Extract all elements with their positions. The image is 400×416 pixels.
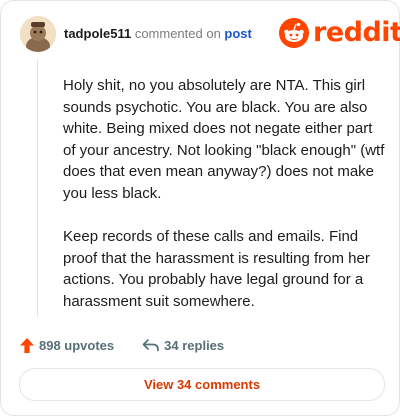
view-comments-button[interactable]: View 34 comments: [19, 368, 385, 401]
comment-paragraph: Holy shit, no you absolutely are NTA. Th…: [63, 77, 385, 202]
commented-on-text: commented on: [131, 26, 225, 41]
comment-header: tadpole511 commented on post: [64, 26, 252, 41]
comment-card: tadpole511 commented on post reddit Holy…: [0, 0, 400, 416]
thread-line: [37, 59, 38, 317]
reply-arrow-icon: [142, 339, 160, 352]
upvote-count: 898 upvotes: [39, 337, 115, 353]
upvote-button[interactable]: 898 upvotes: [19, 337, 114, 354]
post-link[interactable]: post: [224, 26, 251, 41]
upvote-arrow-icon: [20, 337, 34, 353]
reddit-snoo-icon: [279, 18, 309, 48]
comment-actions: 898 upvotes 34 replies: [19, 335, 224, 355]
replies-button[interactable]: 34 replies: [142, 338, 224, 353]
username[interactable]: tadpole511: [64, 26, 131, 41]
avatar-icon: [20, 16, 56, 52]
comment-body: Holy shit, no you absolutely are NTA. Th…: [63, 75, 385, 334]
comment-paragraph: Keep records of these calls and emails. …: [63, 228, 370, 310]
reddit-wordmark: reddit: [313, 17, 400, 48]
reply-count: 34 replies: [164, 337, 225, 353]
avatar[interactable]: [20, 16, 56, 52]
reddit-logo[interactable]: reddit: [279, 17, 400, 49]
